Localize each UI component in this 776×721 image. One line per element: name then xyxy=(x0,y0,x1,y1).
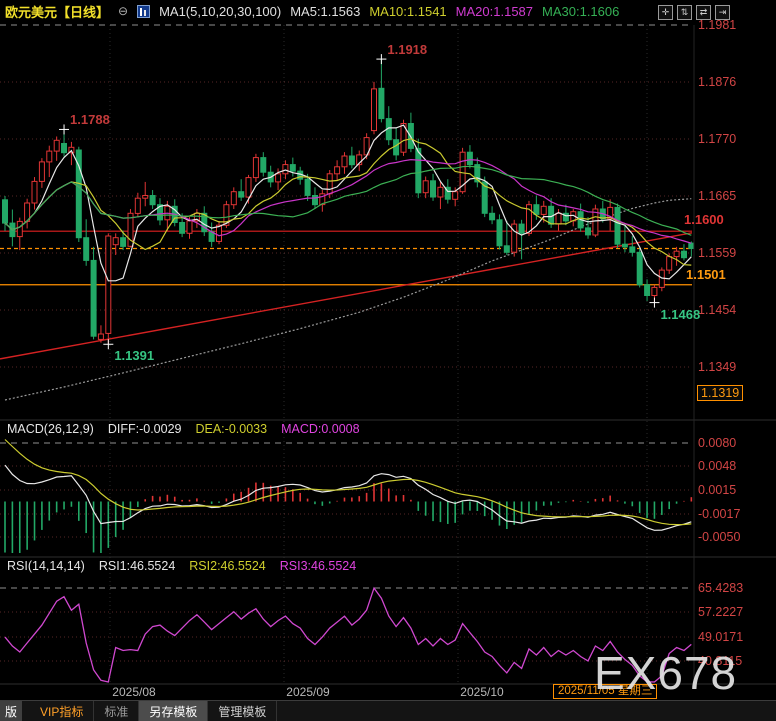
rsi-name: RSI(14,14,14) xyxy=(7,559,85,573)
tab-partial[interactable]: 版 xyxy=(0,701,22,721)
tab-save-template[interactable]: 另存模板 xyxy=(139,701,208,721)
macd-diff-value: DIFF:-0.0029 xyxy=(108,422,182,436)
macd-name: MACD(26,12,9) xyxy=(7,422,94,436)
rsi-header: RSI(14,14,14) RSI1:46.5524 RSI2:46.5524 … xyxy=(7,559,356,573)
rsi3-value: RSI3:46.5524 xyxy=(280,559,356,573)
macd-bar-value: MACD:0.0008 xyxy=(281,422,360,436)
rsi1-value: RSI1:46.5524 xyxy=(99,559,175,573)
macd-dea-value: DEA:-0.0033 xyxy=(195,422,267,436)
chart-svg[interactable] xyxy=(0,0,776,700)
chart-window: 欧元美元【日线】 ⊖ MA1(5,10,20,30,100) MA5:1.156… xyxy=(0,0,776,721)
macd-header: MACD(26,12,9) DIFF:-0.0029 DEA:-0.0033 M… xyxy=(7,422,360,436)
bottom-toolbar: 版 VIP指标 标准 另存模板 管理模板 xyxy=(0,700,776,721)
tab-vip-indicators[interactable]: VIP指标 xyxy=(30,701,94,721)
chart-canvas[interactable]: 1.19811.18761.17701.16651.15591.14541.13… xyxy=(0,0,776,700)
watermark: EX678 xyxy=(594,646,737,700)
tab-manage-template[interactable]: 管理模板 xyxy=(208,701,277,721)
rsi2-value: RSI2:46.5524 xyxy=(189,559,265,573)
tab-standard[interactable]: 标准 xyxy=(94,701,139,721)
